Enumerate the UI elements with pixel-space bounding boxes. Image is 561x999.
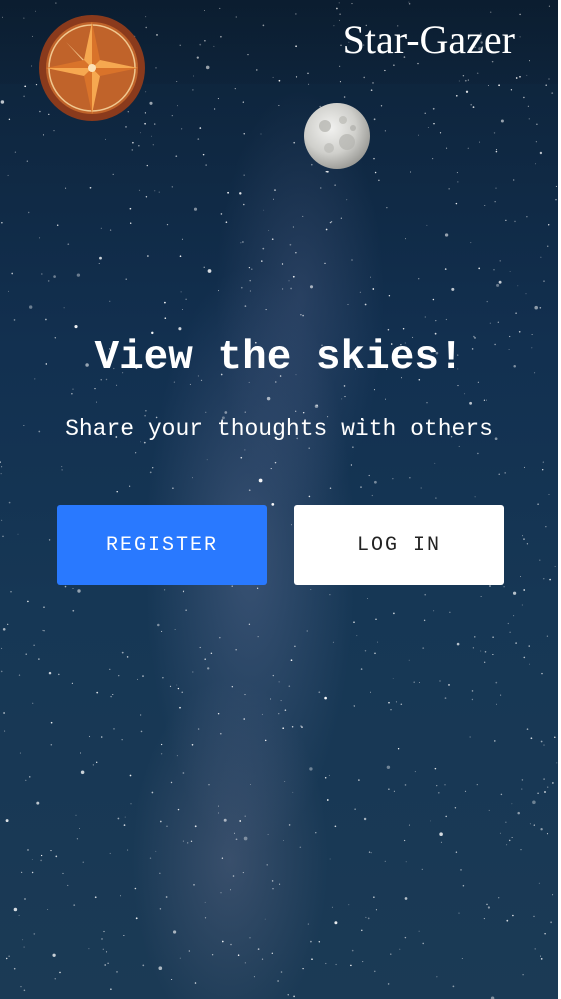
register-button[interactable]: REGISTER <box>57 505 267 585</box>
hero-heading: View the skies! <box>94 335 464 381</box>
hero-subheading: Share your thoughts with others <box>65 416 493 442</box>
site-title[interactable]: Star-Gazer <box>343 16 515 64</box>
landing-page: Star-Gazer View the skies! Share your th… <box>0 0 561 999</box>
starfield-background <box>0 1 558 999</box>
compass-rose-icon[interactable] <box>38 14 146 122</box>
login-button[interactable]: LOG IN <box>294 505 504 585</box>
full-moon-icon <box>303 102 371 170</box>
